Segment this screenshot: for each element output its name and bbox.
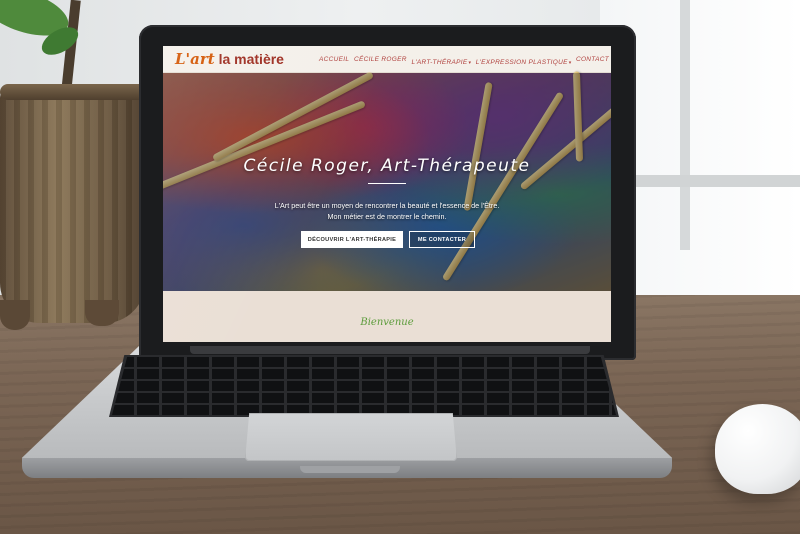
laptop-screen: L'art la matière Accueil Cécile Roger L'… [163,46,611,342]
nav-item-art-therapie[interactable]: L'Art-thérapie▾ [411,51,471,69]
hero-text: L'Art peut être un moyen de rencontrer l… [223,200,551,222]
plant-pot [0,88,145,323]
nav-item-contact[interactable]: Contact [576,56,609,63]
hero-text-line: L'Art peut être un moyen de rencontrer l… [274,201,500,210]
chevron-down-icon: ▾ [468,59,471,66]
hero-banner: Cécile Roger, Art-Thérapeute L'Art peut … [163,71,611,291]
plant-pot-rim [0,84,148,100]
hero-text-line: Mon métier est de montrer le chemin. [327,212,447,221]
welcome-section: Bienvenue [163,291,611,342]
plant-pot-foot [85,300,119,326]
logo-text: L'art [175,50,215,68]
touchpad [245,413,457,461]
hero-title: Cécile Roger, Art-Thérapeute [243,156,531,176]
hero-divider [368,183,406,184]
contact-me-button[interactable]: Me contacter [409,231,475,248]
logo-text: la matière [214,51,284,67]
site-logo[interactable]: L'art la matière [175,50,284,70]
discover-art-therapy-button[interactable]: Découvrir l'Art-thérapie [301,231,403,248]
main-nav: Accueil Cécile Roger L'Art-thérapie▾ L'e… [319,46,609,73]
nav-item-expression-plastique[interactable]: L'expression plastique▾ [476,51,572,69]
keyboard-keys [112,357,616,415]
nav-item-label: L'Art-thérapie [411,58,468,66]
nav-item-label: L'expression plastique [475,58,568,66]
hero-overlay [163,73,611,291]
nav-item-cecile-roger[interactable]: Cécile Roger [354,56,407,63]
welcome-title: Bienvenue [360,317,414,328]
plant-pot-foot [0,300,30,330]
computer-mouse [715,404,800,494]
chevron-down-icon: ▾ [568,59,572,66]
nav-item-accueil[interactable]: Accueil [319,56,349,63]
window-frame [680,0,690,250]
lid-notch [300,466,400,473]
site-header: L'art la matière Accueil Cécile Roger L'… [163,46,611,73]
laptop-hinge [190,346,590,354]
